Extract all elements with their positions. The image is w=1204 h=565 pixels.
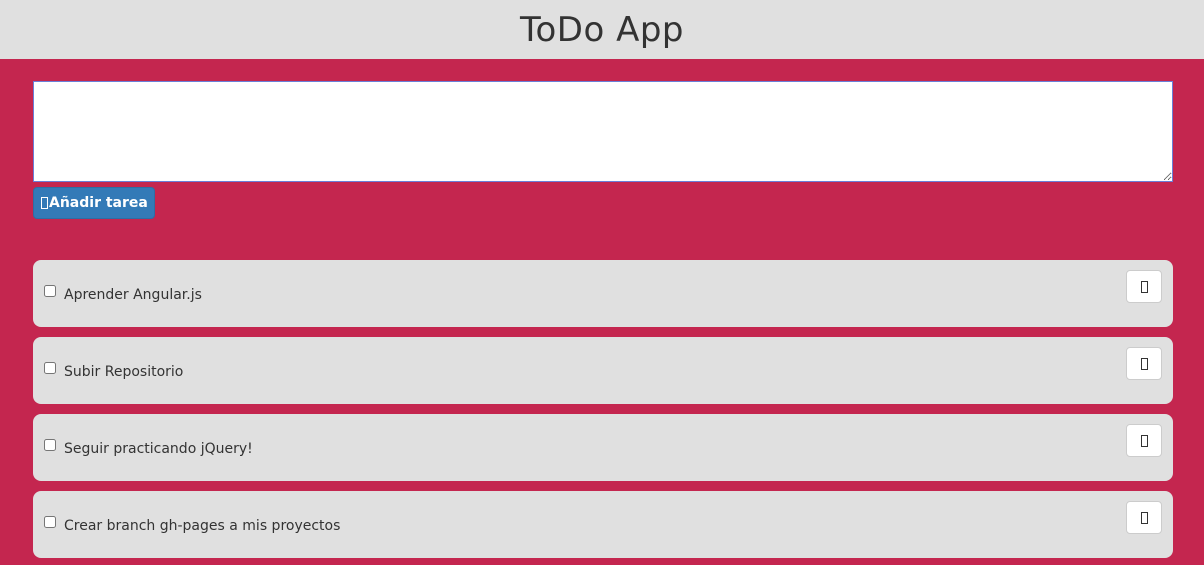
task-item: Aprender Angular.js [33, 260, 1173, 327]
add-task-label: Añadir tarea [49, 195, 148, 211]
trash-icon [1140, 280, 1148, 293]
task-checkbox[interactable] [44, 516, 56, 528]
task-item: Crear branch gh-pages a mis proyectos [33, 491, 1173, 558]
delete-task-button[interactable] [1126, 501, 1162, 534]
app-header: ToDo App [0, 0, 1204, 59]
task-checkbox[interactable] [44, 439, 56, 451]
task-label: Subir Repositorio [64, 364, 184, 380]
task-item: Seguir practicando jQuery! [33, 414, 1173, 481]
trash-icon [1140, 511, 1148, 524]
task-item: Subir Repositorio [33, 337, 1173, 404]
delete-task-button[interactable] [1126, 270, 1162, 303]
task-checkbox[interactable] [44, 362, 56, 374]
trash-icon [1140, 434, 1148, 447]
plus-icon [41, 197, 48, 209]
task-label: Aprender Angular.js [64, 287, 202, 303]
add-task-button[interactable]: Añadir tarea [33, 187, 155, 219]
task-list: Aprender Angular.js Subir Repositorio Se… [33, 260, 1173, 558]
task-input[interactable] [33, 81, 1173, 182]
task-label: Crear branch gh-pages a mis proyectos [64, 518, 341, 534]
trash-icon [1140, 357, 1148, 370]
main-content: Añadir tarea Aprender Angular.js Subir R… [0, 59, 1204, 558]
app-title: ToDo App [519, 9, 684, 50]
delete-task-button[interactable] [1126, 347, 1162, 380]
task-checkbox[interactable] [44, 285, 56, 297]
delete-task-button[interactable] [1126, 424, 1162, 457]
task-label: Seguir practicando jQuery! [64, 441, 253, 457]
